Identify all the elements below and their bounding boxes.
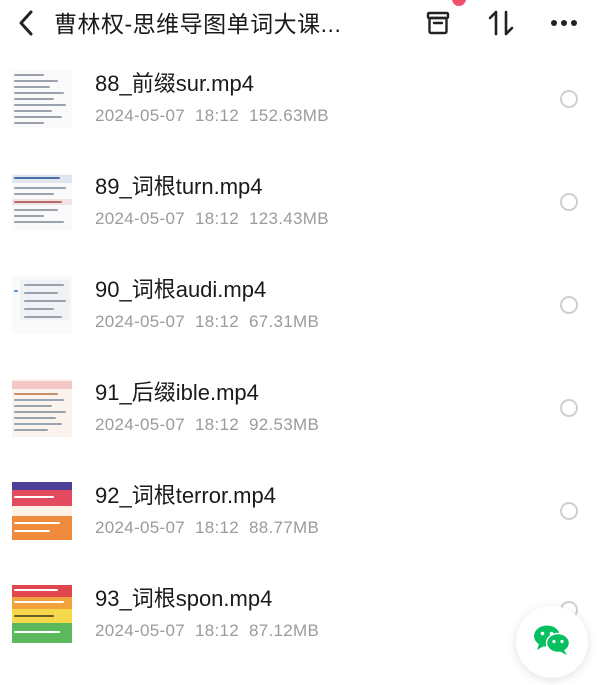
file-time: 18:12 <box>194 312 240 331</box>
video-thumbnail <box>12 276 72 334</box>
wechat-icon <box>533 624 571 661</box>
file-time: 18:12 <box>194 621 240 640</box>
video-thumbnail <box>12 585 72 643</box>
file-date: 2024-05-07 <box>95 312 185 331</box>
select-radio[interactable] <box>560 399 578 417</box>
video-thumbnail <box>12 173 72 231</box>
list-item[interactable]: 89_词根turn.mp4 2024-05-07 18:12 123.43MB <box>0 173 609 273</box>
page-title: 曹林权-思维导图单词大课... <box>54 11 342 37</box>
file-name: 89_词根turn.mp4 <box>95 174 263 199</box>
file-meta: 2024-05-07 18:12 88.77MB <box>95 517 329 539</box>
select-radio[interactable] <box>560 193 578 211</box>
file-name: 91_后缀ible.mp4 <box>95 380 259 405</box>
file-size: 152.63MB <box>249 106 329 125</box>
file-name: 92_词根terror.mp4 <box>95 483 276 508</box>
file-time: 18:12 <box>194 209 240 228</box>
file-date: 2024-05-07 <box>95 518 185 537</box>
chevron-left-icon[interactable] <box>12 8 40 38</box>
file-size: 67.31MB <box>249 312 320 331</box>
file-name: 93_词根spon.mp4 <box>95 586 273 611</box>
file-meta: 2024-05-07 18:12 67.31MB <box>95 311 329 333</box>
file-size: 92.53MB <box>249 415 320 434</box>
select-radio[interactable] <box>560 90 578 108</box>
wechat-share-button[interactable] <box>516 606 588 678</box>
file-date: 2024-05-07 <box>95 106 185 125</box>
file-name: 90_词根audi.mp4 <box>95 277 267 302</box>
list-item[interactable]: 92_词根terror.mp4 2024-05-07 18:12 88.77MB <box>0 482 609 582</box>
ellipsis-horizontal-icon[interactable] <box>547 6 581 40</box>
file-date: 2024-05-07 <box>95 209 185 228</box>
file-time: 18:12 <box>194 415 240 434</box>
select-radio[interactable] <box>560 296 578 314</box>
list-item[interactable]: 90_词根audi.mp4 2024-05-07 18:12 67.31MB <box>0 276 609 376</box>
file-meta: 2024-05-07 18:12 152.63MB <box>95 105 339 127</box>
archive-box-icon[interactable] <box>421 6 455 40</box>
list-item[interactable]: 91_后缀ible.mp4 2024-05-07 18:12 92.53MB <box>0 379 609 479</box>
video-thumbnail <box>12 379 72 437</box>
file-size: 123.43MB <box>249 209 329 228</box>
file-size: 88.77MB <box>249 518 320 537</box>
file-name: 88_前缀sur.mp4 <box>95 71 254 96</box>
file-meta: 2024-05-07 18:12 92.53MB <box>95 414 329 436</box>
file-time: 18:12 <box>194 106 240 125</box>
video-thumbnail <box>12 482 72 540</box>
file-date: 2024-05-07 <box>95 621 185 640</box>
sort-updown-icon[interactable] <box>484 6 518 40</box>
top-bar: 曹林权-思维导图单词大课... <box>0 0 609 50</box>
file-size: 87.12MB <box>249 621 320 640</box>
file-date: 2024-05-07 <box>95 415 185 434</box>
file-meta: 2024-05-07 18:12 123.43MB <box>95 208 339 230</box>
video-thumbnail <box>12 70 72 128</box>
select-radio[interactable] <box>560 502 578 520</box>
list-item[interactable]: 88_前缀sur.mp4 2024-05-07 18:12 152.63MB <box>0 70 609 170</box>
file-meta: 2024-05-07 18:12 87.12MB <box>95 620 329 642</box>
file-time: 18:12 <box>194 518 240 537</box>
